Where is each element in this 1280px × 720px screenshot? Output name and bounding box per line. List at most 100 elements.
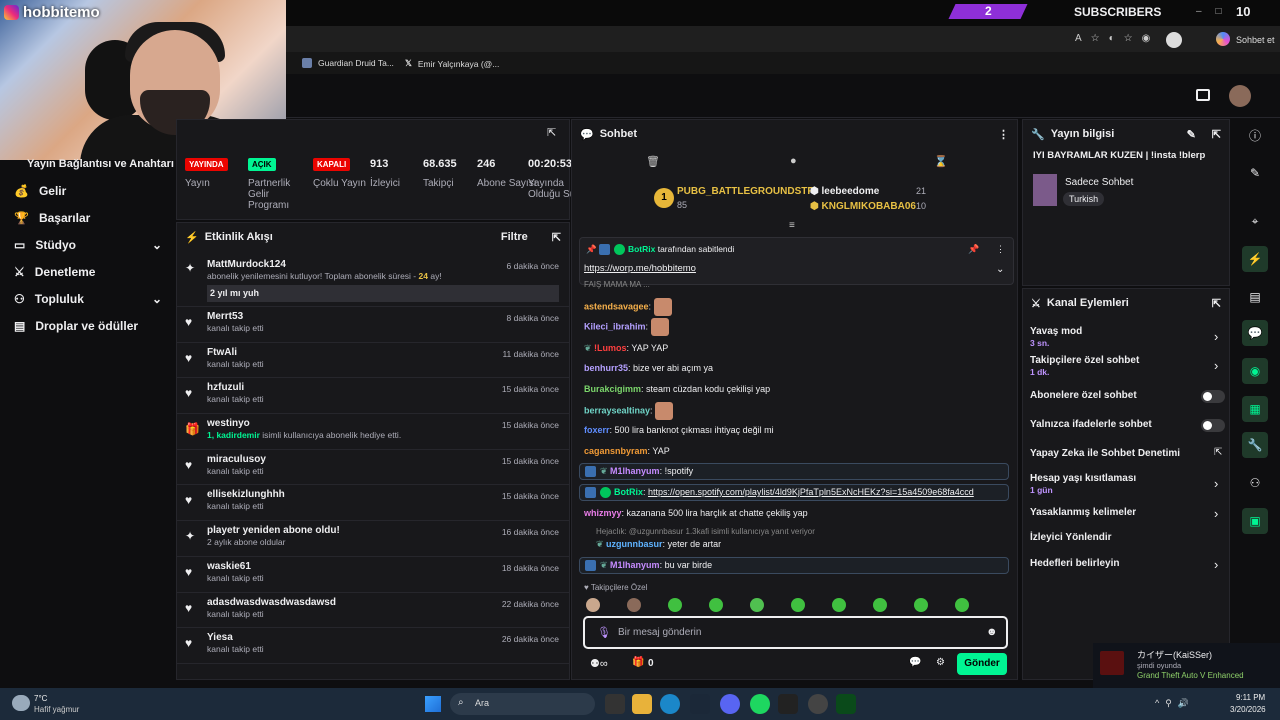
network-icon[interactable]: ⚇ bbox=[1242, 470, 1268, 496]
trash-icon[interactable]: 🗑 bbox=[646, 155, 660, 168]
clock-date[interactable]: 3/20/2026 bbox=[1230, 705, 1266, 714]
wrench-icon[interactable]: 🔧 bbox=[1242, 432, 1268, 458]
chat-username[interactable]: Burakcigimm bbox=[584, 384, 641, 394]
chat-username[interactable]: berraysealtinay bbox=[584, 405, 650, 415]
popout-icon[interactable]: ⇱ bbox=[547, 126, 556, 139]
chat-icon[interactable]: 💬 bbox=[909, 657, 921, 668]
chat-username[interactable]: whizmyy bbox=[584, 508, 622, 518]
collapse-icon[interactable]: ≡ bbox=[789, 220, 795, 231]
chat-username[interactable]: !Lumos bbox=[594, 343, 627, 353]
chat-message[interactable]: cagansnbyram: YAP bbox=[584, 446, 670, 456]
chat-message[interactable]: astendsavagee: bbox=[584, 298, 672, 316]
obs-icon[interactable] bbox=[808, 694, 828, 714]
nav-denetleme[interactable]: ⚔ Denetleme bbox=[0, 258, 176, 285]
more-icon[interactable]: ⋮ bbox=[998, 128, 1009, 141]
bookmark-x[interactable]: 𝕏 Emir Yalçınkaya (@... bbox=[405, 58, 499, 69]
external-link-icon[interactable]: ⇱ bbox=[1214, 447, 1222, 458]
chat-message[interactable]: ❦ M1lhanyum: bu var birde bbox=[585, 560, 712, 572]
steam-icon[interactable] bbox=[690, 694, 710, 714]
focus-icon[interactable]: ⌖ bbox=[1242, 208, 1268, 234]
pin-icon[interactable]: 📌 bbox=[968, 244, 979, 255]
tray-icons[interactable]: ^⚲🔊 bbox=[1155, 698, 1195, 709]
chat-message[interactable]: ❦ !Lumos: YAP YAP bbox=[584, 343, 668, 354]
feed-item[interactable]: ♥ adasdwasdwasdwasdawsd kanalı takip etti 2… bbox=[177, 593, 569, 629]
taskbar-search[interactable]: ⌕ Ara bbox=[450, 693, 595, 715]
weather-icon[interactable] bbox=[12, 695, 30, 711]
chat-message[interactable]: ❦ uzgunnbasur: yeter de artar bbox=[596, 539, 721, 550]
chat-username[interactable]: cagansnbyram bbox=[584, 446, 648, 456]
feed-item[interactable]: ♥ ellisekizlunghhh kanalı takip etti 15 dak… bbox=[177, 485, 569, 522]
emoji-icon[interactable]: ☻ bbox=[986, 626, 998, 638]
mic-icon[interactable]: 🎙 bbox=[597, 626, 611, 639]
chat-username[interactable]: uzgunnbasur bbox=[606, 539, 663, 549]
send-button[interactable]: Gönder bbox=[957, 653, 1007, 675]
action-item[interactable]: İzleyici Yönlendir bbox=[1030, 532, 1112, 543]
chat-message[interactable]: Kileci_ibrahim: bbox=[584, 318, 669, 336]
emote-row[interactable] bbox=[586, 598, 1006, 612]
more-icon[interactable]: ⋮ bbox=[996, 244, 1005, 255]
leader-first[interactable]: PUBG_BATTLEGROUNDSTR bbox=[677, 186, 815, 197]
gift-icon[interactable]: 🎁 bbox=[632, 657, 644, 668]
leader-second[interactable]: ⬢ leebeedome bbox=[810, 186, 879, 197]
weather-desc[interactable]: Hafif yağmur bbox=[34, 705, 79, 714]
nav-gelir[interactable]: 💰 Gelir bbox=[0, 177, 176, 204]
feed-item[interactable]: ♥ miraculusoy kanalı takip etti 15 dakika ö… bbox=[177, 450, 569, 486]
discord-icon[interactable] bbox=[720, 694, 740, 714]
feed-item[interactable]: ♥ Merrt53 kanalı takip etti 8 dakika önce bbox=[177, 307, 569, 343]
layout-icon[interactable]: ▦ bbox=[1242, 396, 1268, 422]
streamer-bot-icon[interactable] bbox=[836, 694, 856, 714]
browser-toolbar-icons[interactable]: A☆◐☆◉ bbox=[1075, 33, 1159, 44]
nav-basarilar[interactable]: 🏆 Başarılar bbox=[0, 204, 176, 231]
chat-username[interactable]: Kileci_ibrahim bbox=[584, 321, 646, 331]
chat-input[interactable]: Bir mesaj gönderin bbox=[618, 627, 701, 638]
action-item[interactable]: Abonelere özel sohbet bbox=[1030, 390, 1137, 401]
chat-icon[interactable]: 💬 bbox=[1242, 320, 1268, 346]
chat-message[interactable]: Burakcigimm: steam cüzdan kodu çekilişi … bbox=[584, 384, 770, 394]
bookmark-guardian[interactable]: Guardian Druid Ta... bbox=[302, 58, 394, 68]
action-item[interactable]: Yalnızca ifadelerle sohbet bbox=[1030, 419, 1152, 430]
chat-username[interactable]: foxerr bbox=[584, 425, 610, 435]
terminal-icon[interactable] bbox=[778, 694, 798, 714]
feed-item[interactable]: ♥ FtwAli kanalı takip etti 11 dakika önce bbox=[177, 343, 569, 379]
action-item[interactable]: Yavaş mod 3 sn. bbox=[1030, 326, 1082, 348]
popout-icon[interactable]: ⇱ bbox=[1212, 297, 1221, 310]
hourglass-icon[interactable]: ⌛ bbox=[934, 155, 948, 168]
chat-username[interactable]: benhurr35 bbox=[584, 363, 628, 373]
chat-icon[interactable]: ● bbox=[790, 155, 797, 167]
chat-username[interactable]: BotRix bbox=[614, 487, 643, 497]
clock-time[interactable]: 9:11 PM bbox=[1236, 693, 1265, 702]
gear-icon[interactable]: ⚙ bbox=[936, 657, 945, 668]
chat-message[interactable]: BotRix: https://open.spotify.com/playlis… bbox=[585, 487, 974, 499]
clapper-icon[interactable]: ▣ bbox=[1242, 508, 1268, 534]
action-item[interactable]: Hedefleri belirleyin bbox=[1030, 558, 1119, 569]
pinned-message[interactable]: 📌 BotRix tarafından sabitlendi https://w… bbox=[579, 237, 1014, 285]
nav-studyo[interactable]: ▭ Stüdyo ⌄ bbox=[0, 231, 176, 258]
chat-message[interactable]: berraysealtinay: bbox=[584, 402, 674, 420]
action-item[interactable]: Yasaklanmış kelimeler bbox=[1030, 507, 1136, 518]
window-controls[interactable]: –□ bbox=[1196, 6, 1236, 17]
pinned-link[interactable]: https://worp.me/hobbitemo bbox=[584, 263, 696, 274]
popout-icon[interactable]: ⇱ bbox=[552, 231, 561, 244]
stream-key-link[interactable]: Yayın Bağlantısı ve Anahtarı bbox=[27, 158, 174, 170]
windows-start-icon[interactable] bbox=[425, 696, 441, 712]
feed-item[interactable]: ♥ Yiesa kanalı takip etti 26 dakika önce bbox=[177, 628, 569, 664]
weather-temp[interactable]: 7°C bbox=[34, 694, 47, 703]
spotify-icon[interactable] bbox=[750, 694, 770, 714]
chevron-right-icon[interactable]: › bbox=[1214, 329, 1218, 344]
chat-username[interactable]: M1lhanyum bbox=[610, 466, 660, 476]
reply-indicator[interactable]: Hejaclık: @uzgunnbasur 1.3kafi isimli ku… bbox=[596, 527, 815, 536]
feed-item-resub[interactable]: ✦ MattMurdock124 abonelik yenilemesini k… bbox=[177, 251, 569, 307]
lightning-icon[interactable]: ⚡ bbox=[1242, 246, 1268, 272]
chevron-right-icon[interactable]: › bbox=[1214, 476, 1218, 491]
pencil-icon[interactable]: ✎ bbox=[1187, 128, 1196, 141]
toggle-switch[interactable] bbox=[1201, 390, 1225, 403]
chat-input-box[interactable]: 🎙 Bir mesaj gönderin ☻ bbox=[583, 616, 1008, 649]
chat-message[interactable]: whizmyy: kazanana 500 lira harçlık at ch… bbox=[584, 508, 808, 518]
action-item[interactable]: Takipçilere özel sohbet 1 dk. bbox=[1030, 355, 1139, 377]
folder-icon[interactable] bbox=[632, 694, 652, 714]
nav-topluluk[interactable]: ⚇ Topluluk ⌄ bbox=[0, 285, 176, 312]
copilot-icon[interactable] bbox=[1216, 32, 1230, 46]
profile-icon[interactable] bbox=[1166, 32, 1182, 48]
chat-message[interactable]: ❦ M1lhanyum: !spotify bbox=[585, 466, 693, 478]
edit-icon[interactable]: ✎ bbox=[1242, 160, 1268, 186]
